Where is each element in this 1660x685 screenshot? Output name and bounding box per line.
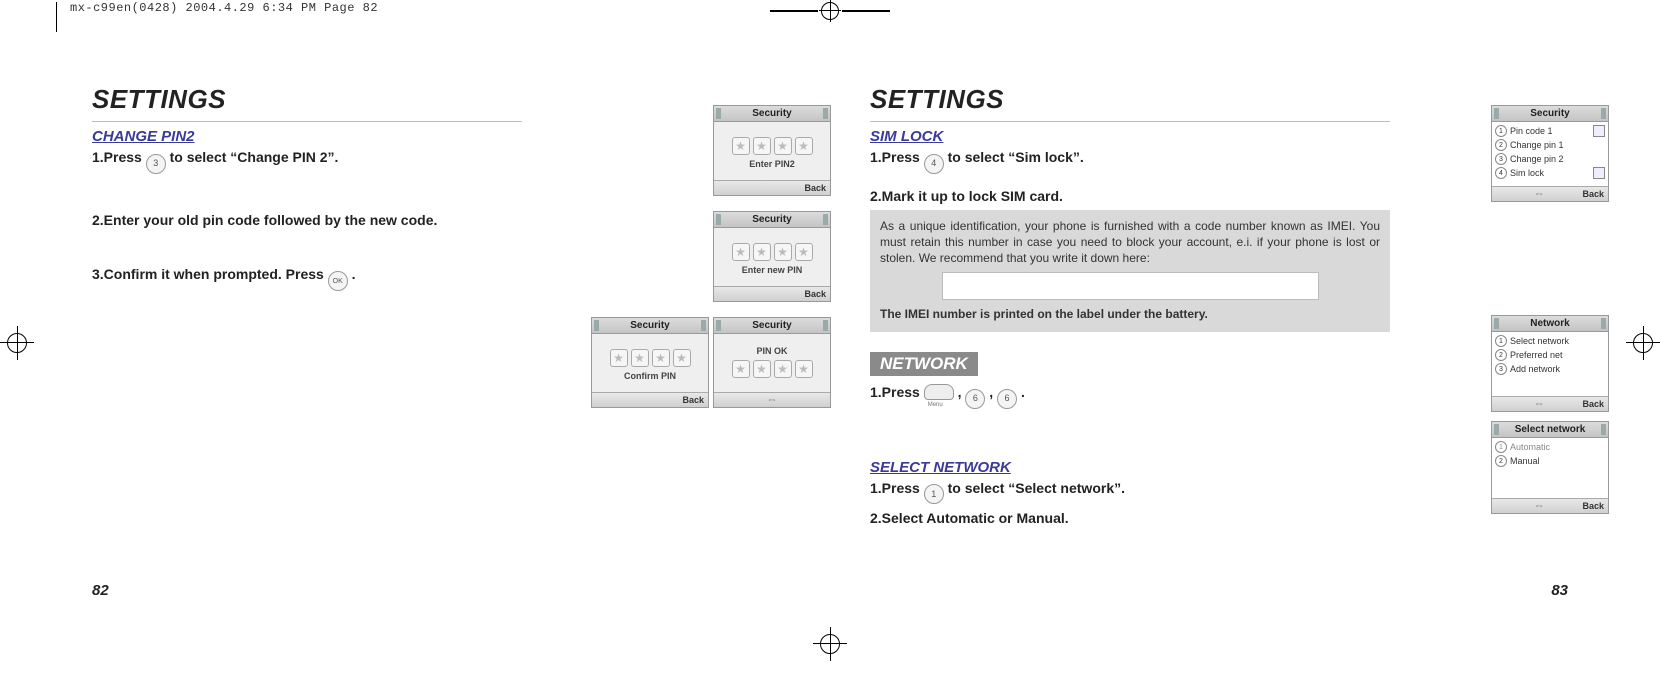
network-label: NETWORK [870,352,978,376]
phone-screen-network-menu: Network 1Select network 2Preferred net 3… [1492,316,1608,411]
softkey-back: Back [804,183,826,193]
registration-mark-top [770,0,890,28]
list-item: 1Select network [1495,334,1605,348]
key-4-icon: 4 [924,154,944,174]
phone-screen-enter-pin2: Security ★★★★ Enter PIN2 Back [714,106,830,195]
page-number-left: 82 [92,582,109,599]
checkbox-icon [1593,125,1605,137]
list-item: 3Change pin 2 [1495,152,1605,166]
key-6-icon: 6 [997,389,1017,409]
phone-screen-enter-new-pin: Security ★★★★ Enter new PIN Back [714,212,830,301]
sim-step-1: 1.Press 4 to select “Sim lock”. [870,149,1390,174]
checkbox-icon [1593,167,1605,179]
registration-mark-bottom [817,631,843,657]
selnet-step-1: 1.Press 1 to select “Select network”. [870,480,1390,505]
list-item: 1Automatic [1495,440,1605,454]
phone-screen-select-network-menu: Select network 1Automatic 2Manual ⇔Back [1492,422,1608,513]
step-1: 1.Press 3 to select “Change PIN 2”. [92,149,522,174]
crop-info-text: mx-c99en(0428) 2004.4.29 6:34 PM Page 82 [70,2,378,14]
step-2: 2.Enter your old pin code followed by th… [92,212,522,228]
list-item: 2Preferred net [1495,348,1605,362]
key-1-icon: 1 [924,484,944,504]
ok-key-icon: OK [328,271,348,291]
phone-screen-confirm-pin: Security ★★★★ Confirm PIN Back [592,318,708,407]
phone-screen-security-menu: Security 1Pin code 1 2Change pin 1 3Chan… [1492,106,1608,201]
page-left: SETTINGS CHANGE PIN2 1.Press 3 to select… [52,60,830,603]
network-step-1: 1.Press , 6 , 6 . [870,384,1390,409]
list-item: 4Sim lock [1495,166,1605,180]
phone-caption: Enter PIN2 [749,159,795,169]
subheading-select-network: SELECT NETWORK [870,459,1390,476]
nav-icon: ⇔ [718,395,826,406]
registration-mark-right [1630,330,1656,356]
page-right: SETTINGS SIM LOCK 1.Press 4 to select “S… [830,60,1608,603]
star-icon: ★ [732,137,750,155]
list-item: 3Add network [1495,362,1605,376]
phone-title: Security [714,106,830,122]
section-heading: SETTINGS [92,84,522,115]
list-item: 1Pin code 1 [1495,124,1605,138]
sim-step-2: 2.Mark it up to lock SIM card. [870,188,1390,204]
imei-footer: The IMEI number is printed on the label … [880,306,1380,322]
list-item: 2Change pin 1 [1495,138,1605,152]
crop-mark [56,2,57,32]
page-number-right: 83 [1551,582,1568,599]
imei-info-box: As a unique identification, your phone i… [870,210,1390,333]
section-heading: SETTINGS [870,84,1390,115]
selnet-step-2: 2.Select Automatic or Manual. [870,510,1390,526]
phone-screen-pin-ok: Security PIN OK ★★★★ ⇔ [714,318,830,407]
list-item: 2Manual [1495,454,1605,468]
key-6-icon: 6 [965,389,985,409]
step-3: 3.Confirm it when prompted. Press OK . [92,266,522,292]
key-3-icon: 3 [146,154,166,174]
registration-mark-left [4,330,30,356]
subheading-sim-lock: SIM LOCK [870,128,1390,145]
imei-write-box [942,272,1319,300]
imei-info-text: As a unique identification, your phone i… [880,218,1380,267]
subheading-change-pin2: CHANGE PIN2 [92,128,522,145]
menu-key-icon [924,384,954,400]
